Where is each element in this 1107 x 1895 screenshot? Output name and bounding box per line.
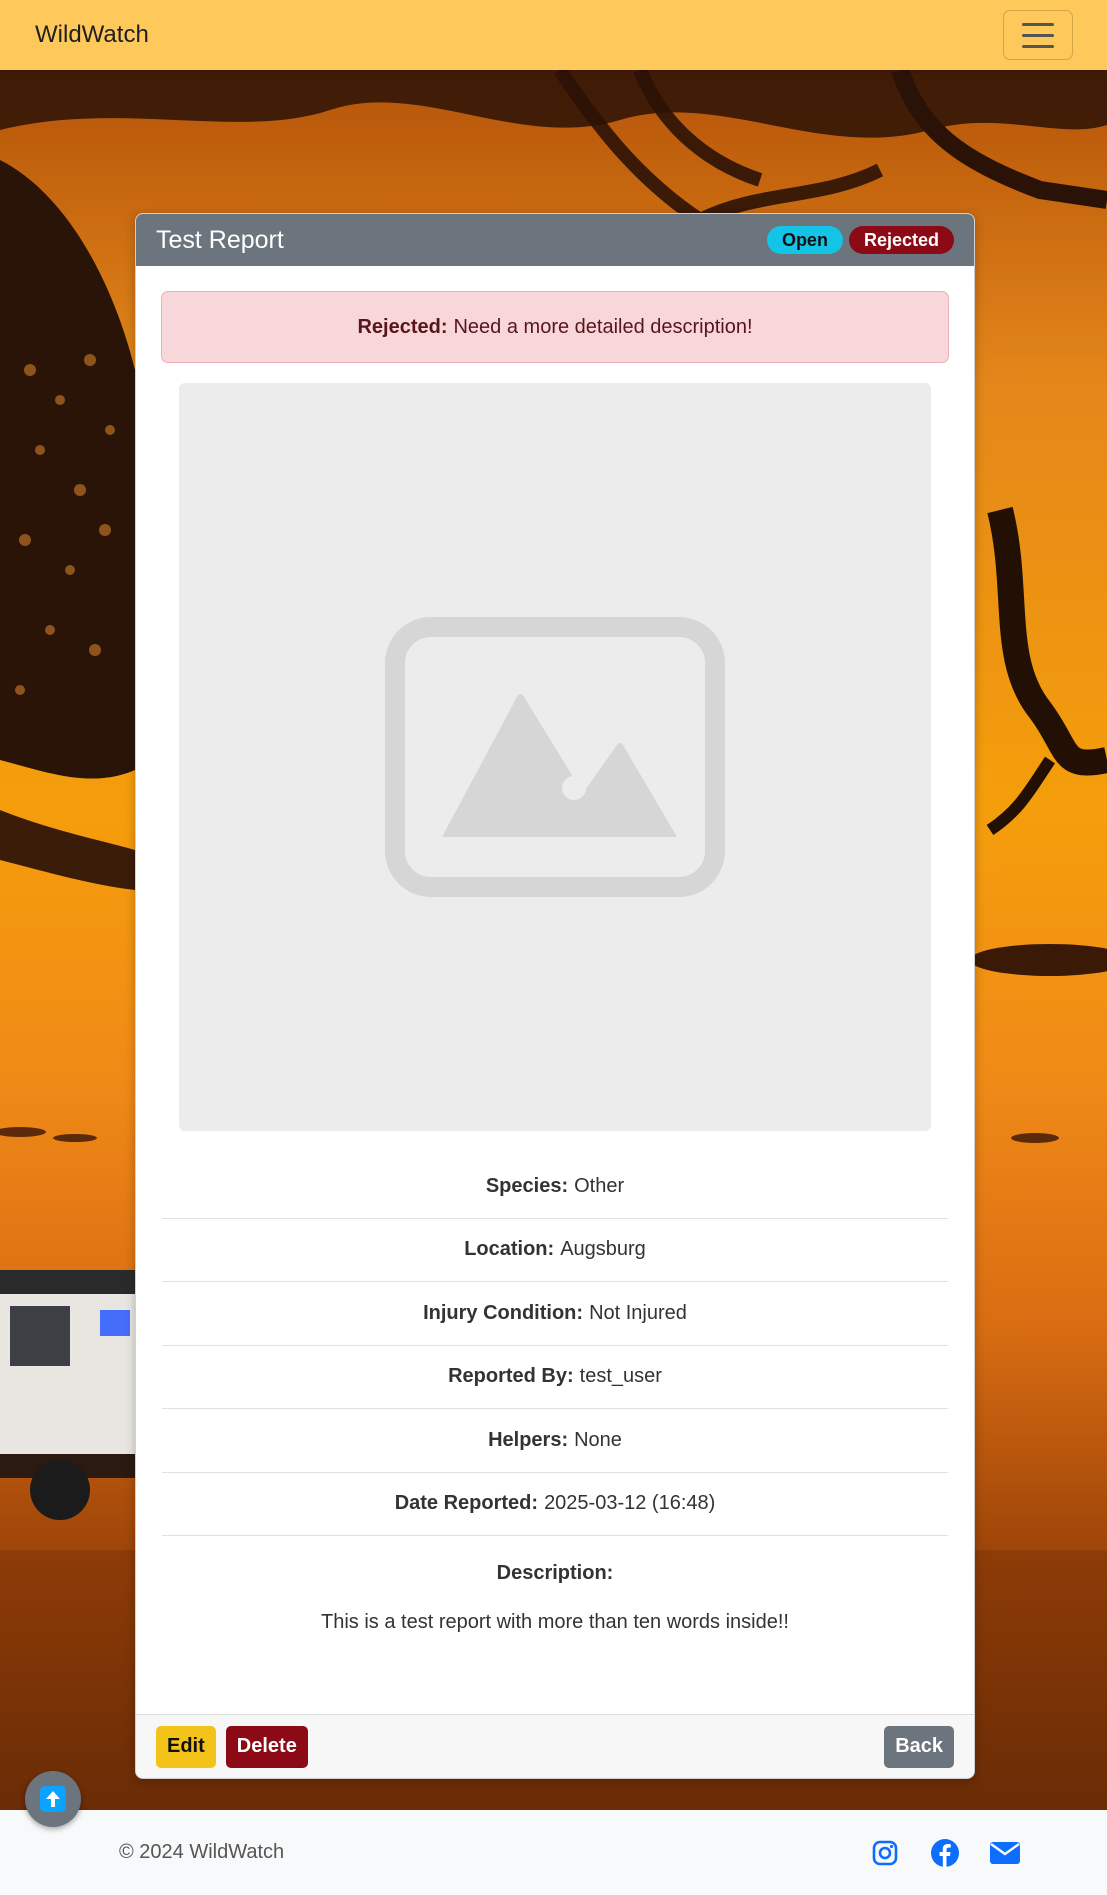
review-badge: Rejected [848, 226, 954, 254]
edit-button[interactable]: Edit [156, 1725, 216, 1768]
facebook-link[interactable] [929, 1837, 961, 1869]
card-header: Test Report Open Rejected [136, 214, 974, 266]
instagram-link[interactable] [869, 1837, 901, 1869]
copyright-text: © 2024 WildWatch [119, 1841, 285, 1863]
social-links [869, 1837, 1021, 1869]
alert-message: Need a more detailed description! [453, 315, 753, 338]
report-card: Test Report Open Rejected Rejected: Need… [135, 213, 975, 1779]
action-buttons: Edit Delete [156, 1725, 308, 1768]
image-placeholder-icon [385, 617, 725, 897]
detail-species: Species: Other [162, 1155, 948, 1219]
instagram-icon [872, 1840, 898, 1865]
report-title: Test Report [156, 225, 284, 254]
description-label: Description: [496, 1562, 614, 1584]
navbar: WildWatch [0, 0, 1107, 70]
email-link[interactable] [989, 1837, 1021, 1869]
status-badge: Open [766, 226, 843, 254]
detail-date-reported: Date Reported: 2025-03-12 (16:48) [162, 1473, 948, 1536]
detail-location: Location: Augsburg [162, 1219, 948, 1282]
arrow-up-icon [40, 1786, 66, 1812]
badge-group: Open Rejected [766, 226, 954, 254]
hamburger-menu-icon [1022, 22, 1054, 26]
page-footer: © 2024 WildWatch [0, 1810, 1107, 1895]
facebook-icon [931, 1838, 959, 1867]
delete-button[interactable]: Delete [225, 1725, 308, 1768]
detail-injury-condition: Injury Condition: Not Injured [162, 1282, 948, 1346]
report-details: Species: Other Location: Augsburg Injury… [162, 1155, 948, 1634]
description-text: This is a test report with more than ten… [321, 1611, 789, 1633]
report-image [179, 383, 931, 1131]
menu-toggle-button[interactable] [1003, 10, 1073, 60]
scroll-to-top-button[interactable] [25, 1771, 81, 1827]
detail-reported-by: Reported By: test_user [162, 1346, 948, 1409]
alert-label: Rejected: [357, 315, 448, 338]
back-button[interactable]: Back [884, 1725, 954, 1768]
envelope-icon [990, 1841, 1020, 1864]
card-footer: Edit Delete Back [136, 1714, 974, 1778]
brand-link[interactable]: WildWatch [35, 21, 149, 49]
rejection-alert: Rejected: Need a more detailed descripti… [161, 291, 949, 363]
detail-helpers: Helpers: None [162, 1409, 948, 1473]
